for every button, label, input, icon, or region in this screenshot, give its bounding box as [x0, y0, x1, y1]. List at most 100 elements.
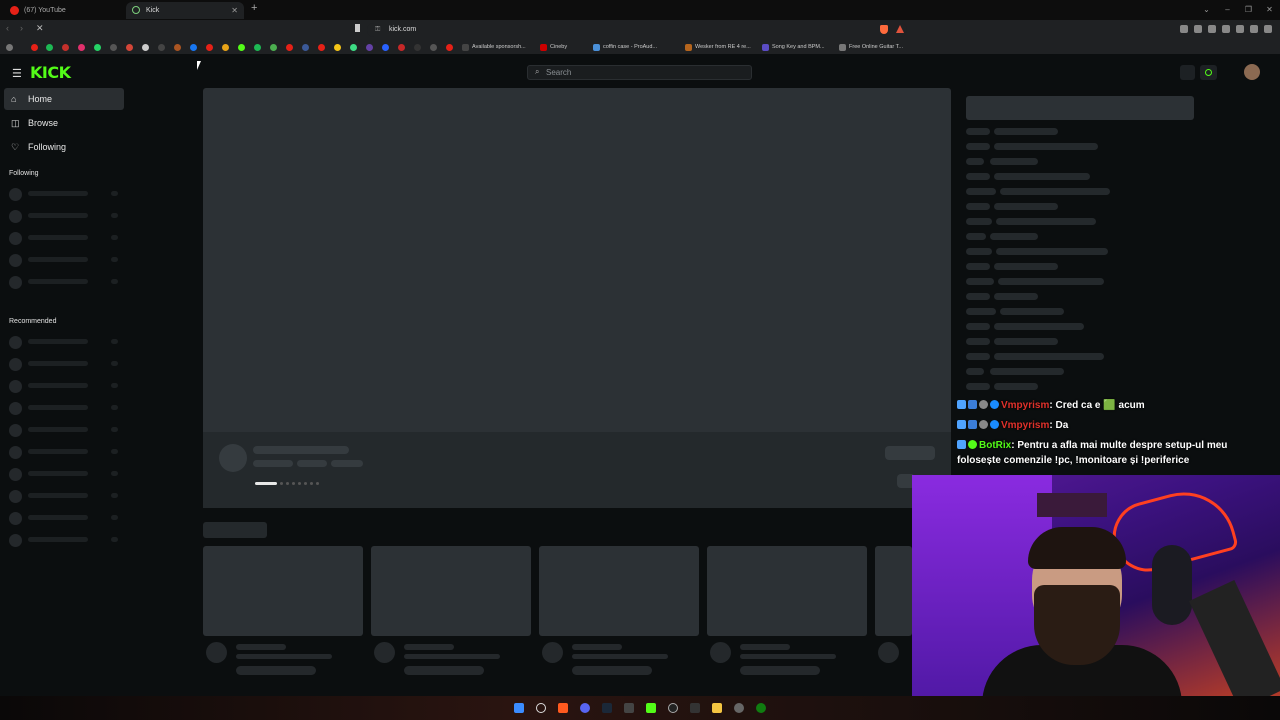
bookmark-favicon[interactable]: [414, 44, 421, 51]
settings-icon[interactable]: [1222, 25, 1230, 33]
bookmark-favicon[interactable]: [286, 44, 293, 51]
bookmark-favicon[interactable]: [366, 44, 373, 51]
bookmark-item[interactable]: Song Key and BPM...: [762, 40, 825, 54]
channel-skeleton: [9, 276, 124, 289]
bookmark-favicon[interactable]: [270, 44, 277, 51]
bookmark-favicon[interactable]: [446, 44, 453, 51]
forward-icon[interactable]: ›: [20, 23, 23, 33]
stop-loading-icon[interactable]: ✕: [36, 23, 44, 34]
new-tab-icon[interactable]: +: [251, 2, 257, 14]
discord-icon[interactable]: [580, 703, 590, 713]
sidebar-item-browse[interactable]: ◫ Browse: [4, 112, 124, 134]
restore-icon[interactable]: ❐: [1238, 0, 1259, 20]
tab-search-icon[interactable]: ⌄: [1196, 0, 1217, 20]
bookmark-favicon[interactable]: [222, 44, 229, 51]
apps-icon[interactable]: [6, 44, 13, 51]
list-skeleton: [994, 338, 1058, 345]
tab-youtube[interactable]: (67) YouTube: [4, 2, 120, 19]
bookmark-favicon[interactable]: [62, 44, 69, 51]
kick-logo[interactable]: KICK: [30, 63, 71, 82]
bookmark-favicon[interactable]: [126, 44, 133, 51]
bookmark-favicon[interactable]: [110, 44, 117, 51]
bookmark-favicon[interactable]: [254, 44, 261, 51]
bookmark-favicon[interactable]: [238, 44, 245, 51]
bookmark-item[interactable]: Available sponsorsh...: [462, 40, 526, 54]
bookmark-favicon[interactable]: [334, 44, 341, 51]
close-window-icon[interactable]: ✕: [1259, 0, 1280, 20]
avatar[interactable]: [1244, 64, 1260, 80]
bookmark-favicon[interactable]: [46, 44, 53, 51]
bookmark-favicon[interactable]: [78, 44, 85, 51]
list-skeleton: [966, 203, 990, 210]
back-icon[interactable]: ‹: [6, 23, 9, 33]
bookmark-favicon[interactable]: [350, 44, 357, 51]
search-icon[interactable]: [536, 703, 546, 713]
bookmark-item[interactable]: coffin case - ProAud...: [593, 40, 657, 54]
bookmark-favicon[interactable]: [142, 44, 149, 51]
bookmark-item[interactable]: Free Online Guitar T...: [839, 40, 903, 54]
sidebar-item-following[interactable]: ♡ Following: [4, 136, 124, 158]
channel-skeleton: [9, 402, 124, 415]
stream-card-skeleton[interactable]: [539, 546, 699, 636]
bookmark-item[interactable]: Wesker from RE 4 re...: [685, 40, 751, 54]
badge-icon: [968, 420, 977, 429]
bookmark-favicon[interactable]: [302, 44, 309, 51]
file-explorer-icon[interactable]: [712, 703, 722, 713]
xbox-icon[interactable]: [756, 703, 766, 713]
close-tab-icon[interactable]: ✕: [231, 2, 238, 19]
bookmark-favicon[interactable]: [382, 44, 389, 51]
search-input[interactable]: ⌕ Search: [527, 65, 752, 80]
minimize-icon[interactable]: –: [1217, 0, 1238, 20]
stream-card-skeleton[interactable]: [875, 546, 912, 636]
sidebar-icon[interactable]: [1194, 25, 1202, 33]
list-skeleton: [966, 353, 990, 360]
menu-icon[interactable]: [1264, 25, 1272, 33]
bookmark-favicon[interactable]: [190, 44, 197, 51]
stream-card-skeleton[interactable]: [203, 546, 363, 636]
profile-icon[interactable]: [1250, 25, 1258, 33]
badge-icon: [957, 440, 966, 449]
app-icon[interactable]: [624, 703, 634, 713]
chat-message: Vmpyrism: Da: [957, 420, 1068, 431]
bookmark-favicon[interactable]: [206, 44, 213, 51]
brave-rewards-icon[interactable]: [896, 25, 904, 33]
bookmark-item[interactable]: Cineby: [540, 40, 567, 54]
site-info-icon[interactable]: ⚿: [375, 23, 380, 37]
menu-icon[interactable]: ☰: [12, 67, 22, 80]
bookmark-favicon[interactable]: [430, 44, 437, 51]
tab-kick[interactable]: Kick ✕: [126, 2, 244, 19]
list-skeleton: [994, 173, 1090, 180]
badge-icon: [990, 420, 999, 429]
loading-icon: [132, 6, 140, 14]
bookmark-favicon[interactable]: [398, 44, 405, 51]
channel-skeleton: [9, 512, 124, 525]
sidebar-item-home[interactable]: ⌂ Home: [4, 88, 124, 110]
vpn-icon[interactable]: [1236, 25, 1244, 33]
stream-card-skeleton[interactable]: [371, 546, 531, 636]
wallet-icon[interactable]: [1208, 25, 1216, 33]
bookmark-favicon[interactable]: [174, 44, 181, 51]
extension-icon[interactable]: [1180, 25, 1188, 33]
bookmark-favicon[interactable]: [31, 44, 38, 51]
brave-icon[interactable]: [558, 703, 568, 713]
kick-app-icon[interactable]: [646, 703, 656, 713]
epic-games-icon[interactable]: [690, 703, 700, 713]
carousel-dots[interactable]: [255, 482, 319, 485]
steam-icon[interactable]: [602, 703, 612, 713]
bookmark-favicon[interactable]: [158, 44, 165, 51]
windows-start-icon[interactable]: [514, 703, 524, 713]
mouse-cursor: [197, 61, 201, 70]
obs-icon[interactable]: [668, 703, 678, 713]
bookmark-favicon[interactable]: [94, 44, 101, 51]
url-field[interactable]: ⚿ kick.com: [367, 23, 907, 37]
brave-shield-icon[interactable]: [880, 25, 888, 34]
bookmark-icon[interactable]: [355, 24, 360, 32]
home-icon: ⌂: [11, 94, 17, 104]
bookmark-favicon[interactable]: [318, 44, 325, 51]
right-panel-header-skeleton: [966, 96, 1194, 120]
header-placeholder-button[interactable]: [1180, 65, 1195, 80]
chat-username: Vmpyrism: [1001, 420, 1050, 431]
stream-card-skeleton[interactable]: [707, 546, 867, 636]
app-icon[interactable]: [734, 703, 744, 713]
screen: (67) YouTube Kick ✕ + ⌄ – ❐ ✕ ‹ › ✕ ⚿ ki…: [0, 0, 1280, 720]
